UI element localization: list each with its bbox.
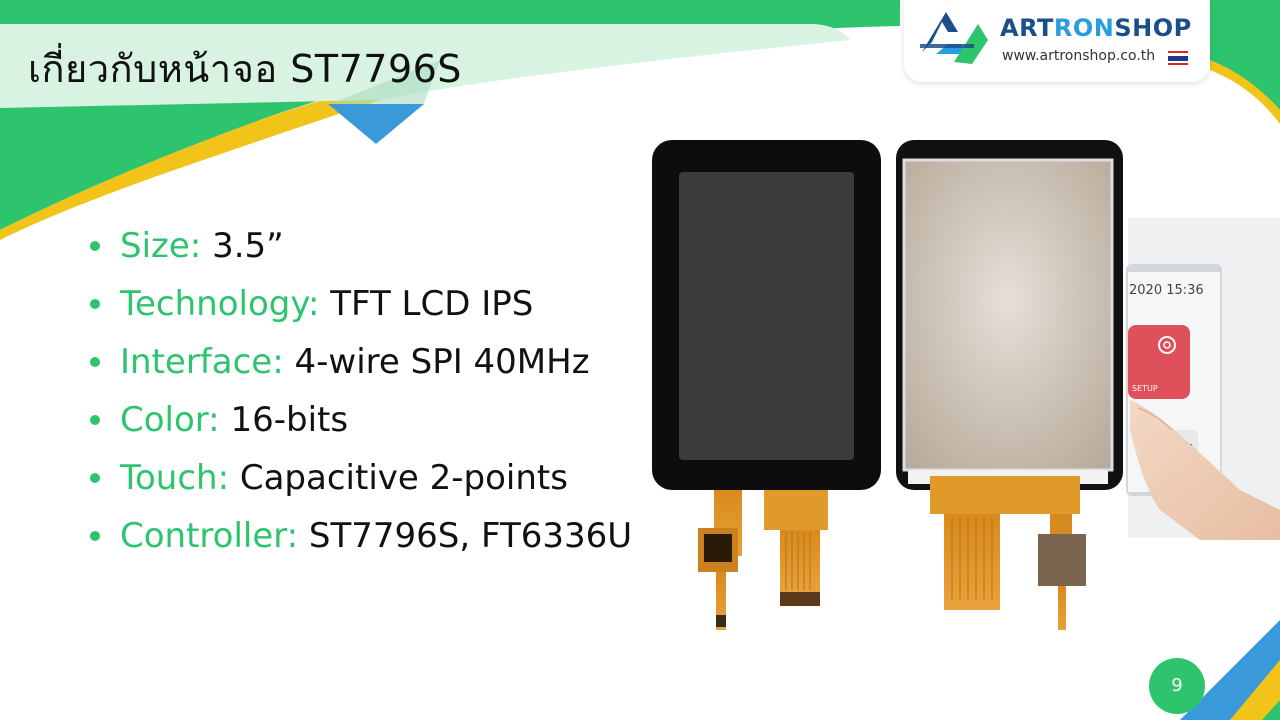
- bullet: [90, 415, 100, 425]
- device-usage-image: 2020 15:36 SETUP: [1126, 218, 1280, 540]
- logo-wordmark-part-2: RON: [1053, 14, 1115, 42]
- logo-card: ARTRONSHOP www.artronshop.co.th: [904, 0, 1210, 82]
- spec-value: TFT LCD IPS: [330, 284, 534, 324]
- bullet: [90, 473, 100, 483]
- slide-title: เกี่ยวกับหน้าจอ ST7796S: [28, 47, 462, 91]
- spec-label: Interface:: [120, 342, 284, 382]
- spec-value: 3.5”: [212, 226, 284, 266]
- page-number: 9: [1149, 658, 1205, 714]
- slide: เกี่ยวกับหน้าจอ ST7796S ARTRONSHOP www.a…: [0, 0, 1280, 720]
- spec-label: Technology:: [120, 284, 320, 324]
- spec-item-touch: Touch: Capacitive 2-points: [88, 454, 632, 512]
- product-images: 2020 15:36 SETUP: [652, 140, 1280, 630]
- spec-label: Color:: [120, 400, 220, 440]
- artronshop-logo-icon: [920, 12, 988, 64]
- bullet: [90, 241, 100, 251]
- thai-flag-icon: [1168, 51, 1188, 66]
- bullet: [90, 299, 100, 309]
- display-front-image: [652, 140, 881, 630]
- display-back-image: [896, 140, 1123, 630]
- spec-value: 4-wire SPI 40MHz: [294, 342, 590, 382]
- setup-label: SETUP: [1132, 384, 1158, 393]
- spec-value: Capacitive 2-points: [239, 458, 568, 498]
- spec-value: 16-bits: [230, 400, 349, 440]
- device-time-text: 2020 15:36: [1129, 283, 1204, 298]
- spec-label: Controller:: [120, 516, 299, 556]
- bullet: [90, 357, 100, 367]
- spec-item-controller: Controller: ST7796S, FT6336U: [88, 512, 632, 570]
- spec-item-interface: Interface: 4-wire SPI 40MHz: [88, 338, 632, 396]
- spec-label: Size:: [120, 226, 202, 266]
- logo-url: www.artronshop.co.th: [1002, 48, 1156, 64]
- spec-item-color: Color: 16-bits: [88, 396, 632, 454]
- logo-wordmark: ARTRONSHOP: [1000, 14, 1192, 42]
- spec-label: Touch:: [120, 458, 230, 498]
- spec-list: Size: 3.5” Technology: TFT LCD IPS Inter…: [88, 222, 632, 570]
- bullet: [90, 531, 100, 541]
- spec-value: ST7796S, FT6336U: [308, 516, 633, 556]
- spec-item-technology: Technology: TFT LCD IPS: [88, 280, 632, 338]
- spec-item-size: Size: 3.5”: [88, 222, 632, 280]
- logo-wordmark-part-3: SHOP: [1114, 14, 1192, 42]
- logo-wordmark-part-1: ART: [1000, 14, 1054, 42]
